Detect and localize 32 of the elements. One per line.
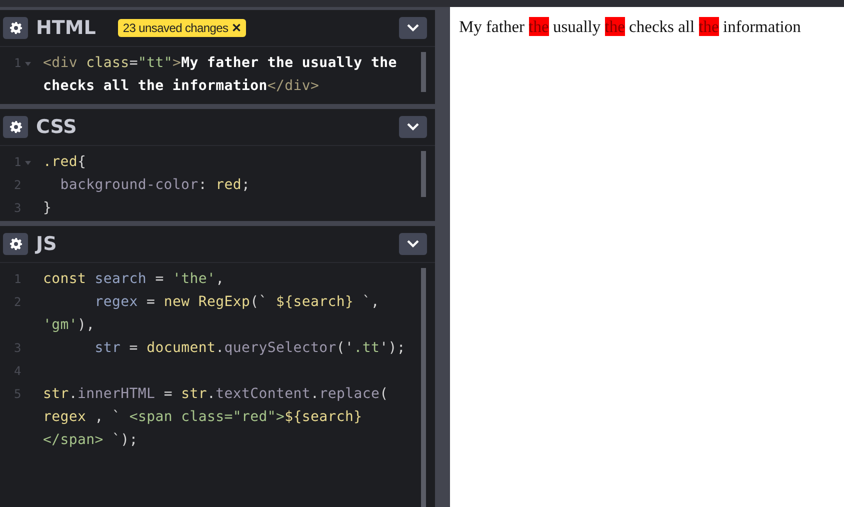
- scrollbar[interactable]: [421, 268, 426, 507]
- settings-icon: [10, 22, 22, 34]
- scrollbar[interactable]: [421, 151, 426, 197]
- dropdown-button[interactable]: [399, 17, 427, 39]
- code-line: <div class="tt">My father the usually the: [43, 54, 397, 73]
- code-line: str.innerHTML = str.textContent.replace(: [43, 385, 388, 404]
- code-line: }: [43, 199, 52, 218]
- code-line: checks all the information</div>: [43, 77, 320, 96]
- scrollbar[interactable]: [421, 52, 426, 92]
- code-line: str = document.querySelector('.tt');: [94, 339, 406, 358]
- code-line: .red{: [43, 153, 86, 172]
- resize-handle[interactable]: [435, 7, 450, 507]
- code-line: 'gm'),: [43, 316, 95, 335]
- editor-title: JS: [36, 233, 57, 255]
- editor-title: HTML: [36, 17, 96, 39]
- code-line: regex , ` <span class="red">${search}: [43, 408, 362, 427]
- settings-button[interactable]: [3, 116, 28, 138]
- dropdown-button[interactable]: [399, 116, 427, 138]
- dropdown-button[interactable]: [399, 233, 427, 255]
- code-line: </span> `);: [43, 431, 138, 450]
- unsaved-changes-badge[interactable]: 23 unsaved changes ✕: [118, 19, 246, 37]
- settings-icon: [10, 238, 22, 250]
- code-line: const search = 'the',: [43, 270, 224, 289]
- code-line: background-color: red;: [59, 176, 250, 195]
- editor-title: CSS: [36, 116, 77, 138]
- chevron-down-icon: [407, 24, 419, 32]
- settings-button[interactable]: [3, 17, 28, 39]
- chevron-down-icon: [407, 240, 419, 248]
- settings-icon: [10, 121, 22, 133]
- chevron-down-icon: [407, 123, 419, 131]
- settings-button[interactable]: [3, 233, 28, 255]
- code-line: regex = new RegExp(` ${search} `,: [94, 293, 380, 312]
